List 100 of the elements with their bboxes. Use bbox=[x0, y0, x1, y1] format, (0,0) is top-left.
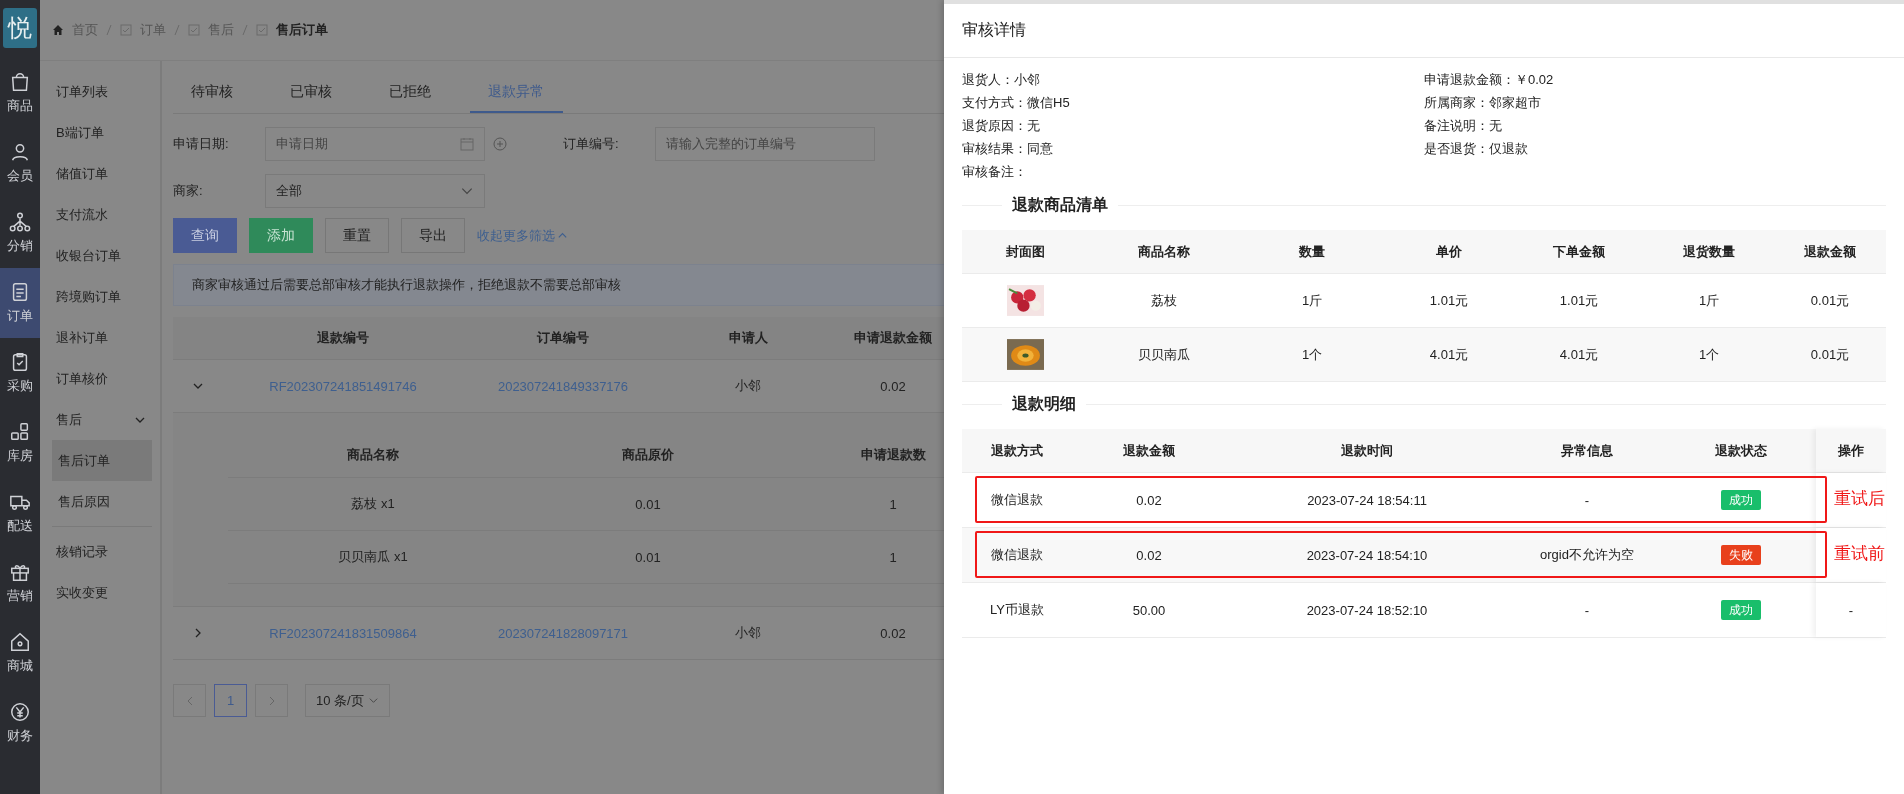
table-cell-text: 0.02 bbox=[1135, 547, 1163, 563]
table-cell-text: 0.02 bbox=[879, 625, 907, 641]
column-header: 商品原价 bbox=[621, 446, 675, 464]
table-cell: - bbox=[1848, 602, 1854, 618]
column-header: 退货数量 bbox=[1682, 242, 1736, 261]
breadcrumb-link[interactable]: 售后订单 bbox=[276, 21, 328, 39]
next-page-button[interactable] bbox=[255, 684, 288, 717]
merchant-select[interactable]: 全部 bbox=[265, 173, 485, 208]
submenu-item[interactable]: 储值订单 bbox=[40, 153, 160, 194]
table-cell-text: orgid不允许为空 bbox=[1539, 546, 1635, 564]
info-label: 是否退货： bbox=[1424, 139, 1489, 158]
column-header: 退款编号 bbox=[316, 329, 370, 347]
checkbox-icon bbox=[120, 24, 132, 36]
info-value: ￥0.02 bbox=[1515, 70, 1554, 89]
rail-nav-item[interactable]: 商城 bbox=[0, 618, 40, 688]
person-icon bbox=[9, 141, 31, 163]
section-title: 退款明细 bbox=[1012, 394, 1076, 414]
tab[interactable]: 待审核 bbox=[173, 73, 252, 113]
table-cell-text: 0.01元 bbox=[1809, 291, 1851, 310]
section-title: 退款商品清单 bbox=[1012, 195, 1108, 215]
filter-label: 商家: bbox=[173, 181, 204, 200]
info-value: 邻家超市 bbox=[1489, 93, 1541, 112]
table-cell-text: - bbox=[1583, 492, 1591, 508]
submenu-item[interactable]: 实收变更 bbox=[40, 572, 160, 613]
app-logo: 悦 bbox=[3, 8, 37, 48]
table-cell-text: 2023-07-24 18:54:10 bbox=[1305, 547, 1429, 563]
column-header: 商品名称 bbox=[1137, 242, 1191, 261]
rail-nav-item[interactable]: 分销 bbox=[0, 198, 40, 268]
rail-nav-item[interactable]: 商品 bbox=[0, 58, 40, 128]
submenu-item[interactable]: B端订单 bbox=[40, 112, 160, 153]
bag-icon bbox=[9, 71, 31, 93]
info-label: 备注说明： bbox=[1424, 116, 1489, 135]
rail-nav-item[interactable]: 采购 bbox=[0, 338, 40, 408]
submenu-item[interactable]: 售后订单 bbox=[52, 440, 152, 481]
info-label: 支付方式： bbox=[962, 93, 1027, 112]
column-header: 退款方式 bbox=[990, 441, 1044, 460]
table-cell-text: 0.01 bbox=[634, 496, 662, 512]
rail-nav-item[interactable]: 营销 bbox=[0, 548, 40, 618]
info-value: 同意 bbox=[1027, 139, 1053, 158]
action-button[interactable]: 导出 bbox=[401, 218, 465, 253]
table-cell-text: - bbox=[1583, 602, 1591, 618]
submenu-item[interactable]: 支付流水 bbox=[40, 194, 160, 235]
table-cell-text: 小邻 bbox=[734, 377, 762, 395]
tab[interactable]: 已拒绝 bbox=[371, 73, 450, 113]
table-cell-text: 1斤 bbox=[1697, 291, 1721, 310]
submenu-item[interactable]: 收银台订单 bbox=[40, 235, 160, 276]
page-size-select[interactable]: 10 条/页 bbox=[305, 684, 390, 717]
submenu-item[interactable]: 售后原因 bbox=[52, 481, 152, 522]
checkbox-icon bbox=[188, 24, 200, 36]
info-label: 审核结果： bbox=[962, 139, 1027, 158]
rail-nav-item[interactable]: 订单 bbox=[0, 268, 40, 338]
submenu-item[interactable]: 跨境购订单 bbox=[40, 276, 160, 317]
rail-nav-item[interactable]: 库房 bbox=[0, 408, 40, 478]
rail-nav-item[interactable]: 财务 bbox=[0, 688, 40, 758]
info-label: 申请退款金额： bbox=[1424, 70, 1515, 89]
table-cell-text: 1 bbox=[888, 549, 898, 565]
info-label: 退货原因： bbox=[962, 116, 1027, 135]
tab[interactable]: 已审核 bbox=[272, 73, 351, 113]
order-number-field[interactable]: 请输入完整的订单编号 bbox=[655, 126, 875, 161]
table-cell-text: 1斤 bbox=[1300, 291, 1324, 310]
column-header: 申请退款金额 bbox=[853, 329, 933, 347]
column-header: 退款金额 bbox=[1803, 242, 1857, 261]
product-photo-placeholder bbox=[1006, 285, 1044, 316]
submenu-item[interactable]: 售后 bbox=[40, 399, 160, 440]
table-cell-text: 1.01元 bbox=[1428, 291, 1470, 310]
date-field[interactable]: 申请日期 bbox=[265, 126, 485, 161]
rail-nav-item[interactable]: 配送 bbox=[0, 478, 40, 548]
column-header: 申请人 bbox=[727, 329, 769, 347]
action-button[interactable]: 重置 bbox=[325, 218, 389, 253]
action-button[interactable]: 查询 bbox=[173, 218, 237, 253]
checkbox-icon bbox=[256, 24, 268, 36]
submenu-item[interactable]: 订单列表 bbox=[40, 71, 160, 112]
filter-label: 订单编号: bbox=[563, 134, 620, 153]
submenu-item[interactable]: 核销记录 bbox=[40, 531, 160, 572]
add-circle-icon[interactable] bbox=[493, 136, 507, 151]
action-button[interactable]: 添加 bbox=[249, 218, 313, 253]
table-cell-text: 0.02 bbox=[1135, 492, 1163, 508]
info-value: 微信H5 bbox=[1027, 93, 1070, 112]
column-header: 退款金额 bbox=[1122, 441, 1176, 460]
table-cell-text: 4.01元 bbox=[1428, 345, 1470, 364]
table-cell-text: 50.00 bbox=[1131, 602, 1167, 618]
table-cell-text: 0.01 bbox=[634, 549, 662, 565]
table-cell-text: 1个 bbox=[1697, 345, 1721, 364]
rail-nav-item[interactable]: 会员 bbox=[0, 128, 40, 198]
info-label: 所属商家： bbox=[1424, 93, 1489, 112]
submenu-item[interactable]: 退补订单 bbox=[40, 317, 160, 358]
info-label: 审核备注： bbox=[962, 162, 1027, 181]
table-cell-text: 荔枝 bbox=[1150, 291, 1178, 310]
table-cell-text: 2023-07-24 18:54:11 bbox=[1306, 492, 1428, 508]
calendar-icon bbox=[460, 136, 474, 151]
annotation-label: 重试前 bbox=[1834, 542, 1885, 565]
table-cell-text: 荔枝 x1 bbox=[350, 495, 396, 513]
submenu-item[interactable]: 订单核价 bbox=[40, 358, 160, 399]
breadcrumb-separator-icon bbox=[242, 24, 248, 36]
info-value: 仅退款 bbox=[1489, 139, 1528, 158]
column-header: 异常信息 bbox=[1560, 441, 1614, 460]
prev-page-button[interactable] bbox=[173, 684, 206, 717]
table-cell-text: 1.01元 bbox=[1558, 291, 1600, 310]
table-cell-text: 0.01元 bbox=[1809, 345, 1851, 364]
info-label: 退货人： bbox=[962, 70, 1014, 89]
